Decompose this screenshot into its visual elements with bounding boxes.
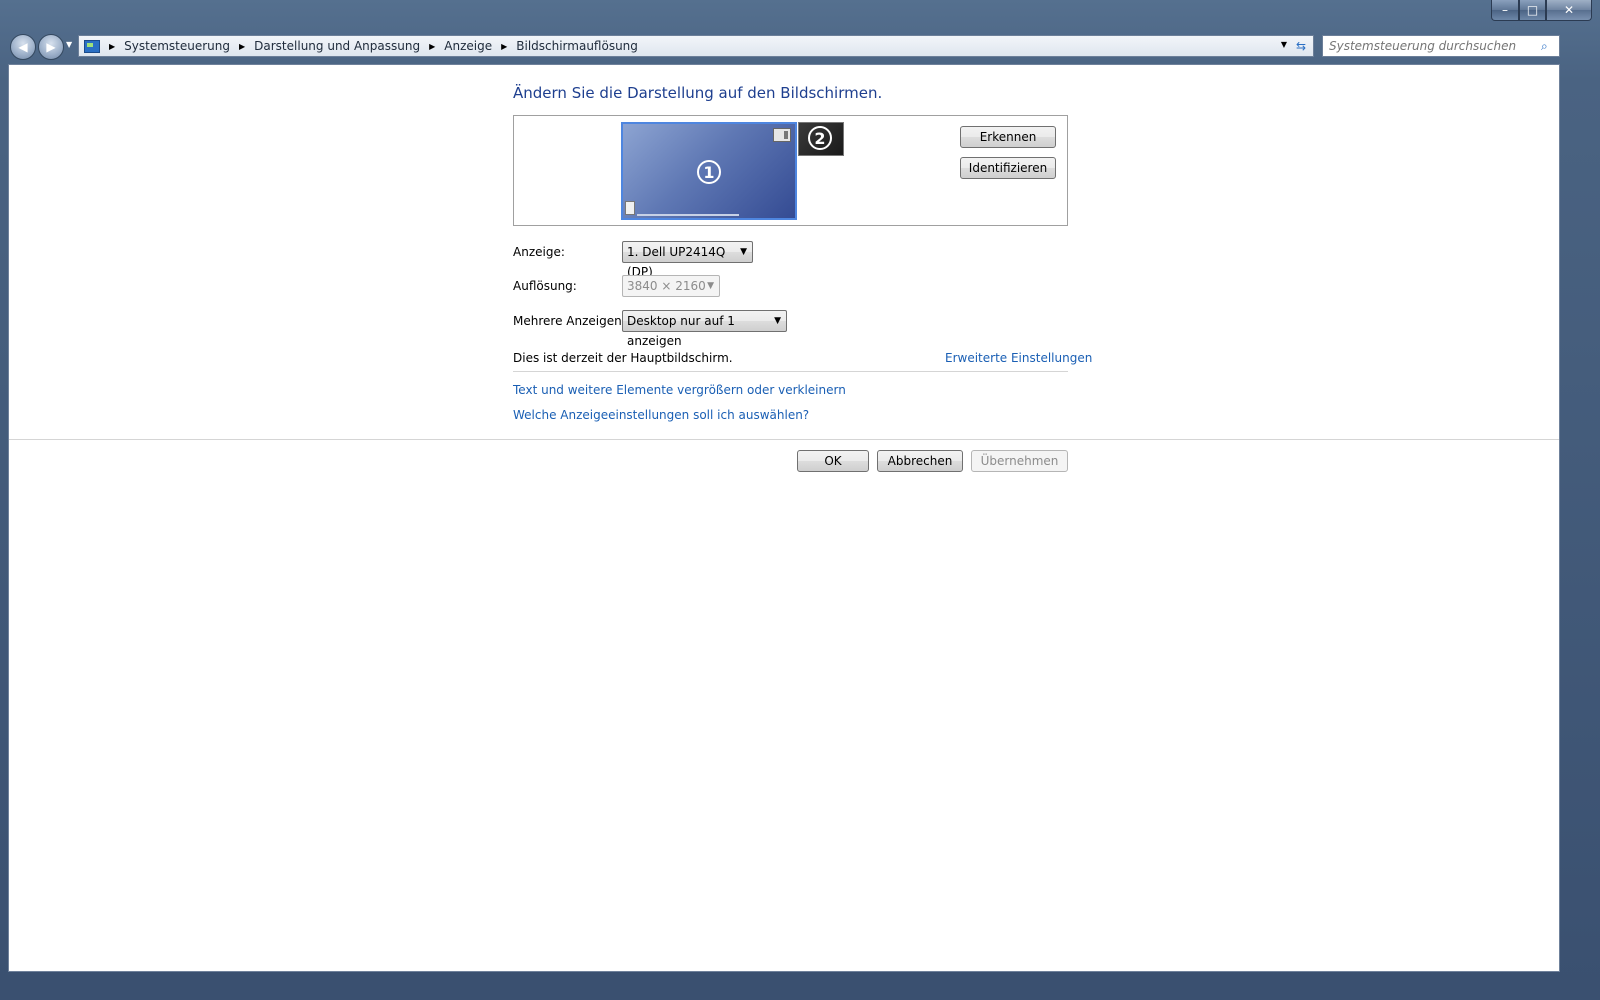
divider xyxy=(513,371,1068,372)
chevron-down-icon: ▼ xyxy=(66,40,73,49)
search-box: ⌕ xyxy=(1322,35,1560,57)
refresh-icon: ⇆ xyxy=(1295,39,1307,53)
monitor-number: 2 xyxy=(808,126,832,150)
maximize-icon: □ xyxy=(1526,3,1539,17)
main-content: Ändern Sie die Darstellung auf den Bilds… xyxy=(8,64,1560,972)
breadcrumb-bildschirmaufloesung[interactable]: Bildschirmauflösung xyxy=(516,39,638,53)
monitor-number: 1 xyxy=(697,160,721,184)
ok-button[interactable]: OK xyxy=(797,450,869,472)
breadcrumb-systemsteuerung[interactable]: Systemsteuerung xyxy=(124,39,230,53)
resolution-label: Auflösung: xyxy=(513,279,577,293)
arrow-left-icon: ◀ xyxy=(18,40,28,54)
multi-display-value: Desktop nur auf 1 anzeigen xyxy=(627,314,735,348)
maximize-button[interactable]: □ xyxy=(1519,0,1546,21)
close-icon: ✕ xyxy=(1563,3,1575,17)
control-panel-icon xyxy=(84,39,100,53)
system-tray-icon xyxy=(773,128,791,142)
cancel-button[interactable]: Abbrechen xyxy=(877,450,963,472)
close-button[interactable]: ✕ xyxy=(1546,0,1592,21)
display-label: Anzeige: xyxy=(513,245,565,259)
display-select[interactable]: 1. Dell UP2414Q (DP) ▼ xyxy=(622,241,753,279)
breadcrumb-separator[interactable]: ▶ xyxy=(109,42,115,51)
multi-display-label: Mehrere Anzeigen: xyxy=(513,314,626,328)
minimize-icon: – xyxy=(1502,3,1508,17)
display-value: 1. Dell UP2414Q (DP) xyxy=(627,245,726,279)
monitor-arrangement: 1 2 Erkennen Identifizieren xyxy=(513,115,1068,226)
start-icon xyxy=(625,201,635,215)
arrow-right-icon: ▶ xyxy=(46,40,56,54)
address-dropdown[interactable]: ▼ xyxy=(1281,40,1287,49)
divider xyxy=(9,439,1559,440)
refresh-button[interactable]: ⇆ xyxy=(1292,37,1310,55)
multi-display-select[interactable]: Desktop nur auf 1 anzeigen ▼ xyxy=(622,310,787,348)
chevron-down-icon: ▼ xyxy=(740,247,747,257)
minimize-button[interactable]: – xyxy=(1491,0,1519,21)
search-icon[interactable]: ⌕ xyxy=(1541,39,1559,54)
apply-button[interactable]: Übernehmen xyxy=(971,450,1068,472)
resolution-value: 3840 × 2160 xyxy=(627,279,706,293)
taskbar xyxy=(637,214,739,216)
back-button[interactable]: ◀ xyxy=(10,34,36,60)
monitor-2[interactable]: 2 xyxy=(798,122,844,156)
breadcrumb-anzeige[interactable]: Anzeige xyxy=(444,39,492,53)
address-bar[interactable]: ▶ Systemsteuerung ▶ Darstellung und Anpa… xyxy=(78,35,1314,57)
page-title: Ändern Sie die Darstellung auf den Bilds… xyxy=(513,84,883,102)
resolution-select: 3840 × 2160 ▼ xyxy=(622,275,720,297)
advanced-settings-link[interactable]: Erweiterte Einstellungen xyxy=(945,351,1092,365)
caption-buttons: – □ ✕ xyxy=(1491,0,1592,21)
detect-button[interactable]: Erkennen xyxy=(960,126,1056,148)
breadcrumb-separator[interactable]: ▶ xyxy=(429,42,435,51)
breadcrumb-separator[interactable]: ▶ xyxy=(239,42,245,51)
main-display-status: Dies ist derzeit der Hauptbildschirm. xyxy=(513,351,733,365)
forward-button[interactable]: ▶ xyxy=(38,34,64,60)
chevron-down-icon: ▼ xyxy=(774,316,781,326)
identify-button[interactable]: Identifizieren xyxy=(960,157,1056,179)
monitor-1[interactable]: 1 xyxy=(621,122,797,220)
window: – □ ✕ ◀ ▶ ▼ ▶ Systemsteuerung ▶ Darstell… xyxy=(0,0,1600,1000)
text-size-link[interactable]: Text und weitere Elemente vergrößern ode… xyxy=(513,383,846,397)
recent-pages-dropdown[interactable]: ▼ xyxy=(66,40,72,49)
search-input[interactable] xyxy=(1323,38,1541,54)
which-settings-link[interactable]: Welche Anzeigeeinstellungen soll ich aus… xyxy=(513,408,809,422)
chevron-down-icon: ▼ xyxy=(707,281,714,291)
breadcrumb-separator[interactable]: ▶ xyxy=(501,42,507,51)
breadcrumb-darstellung[interactable]: Darstellung und Anpassung xyxy=(254,39,420,53)
